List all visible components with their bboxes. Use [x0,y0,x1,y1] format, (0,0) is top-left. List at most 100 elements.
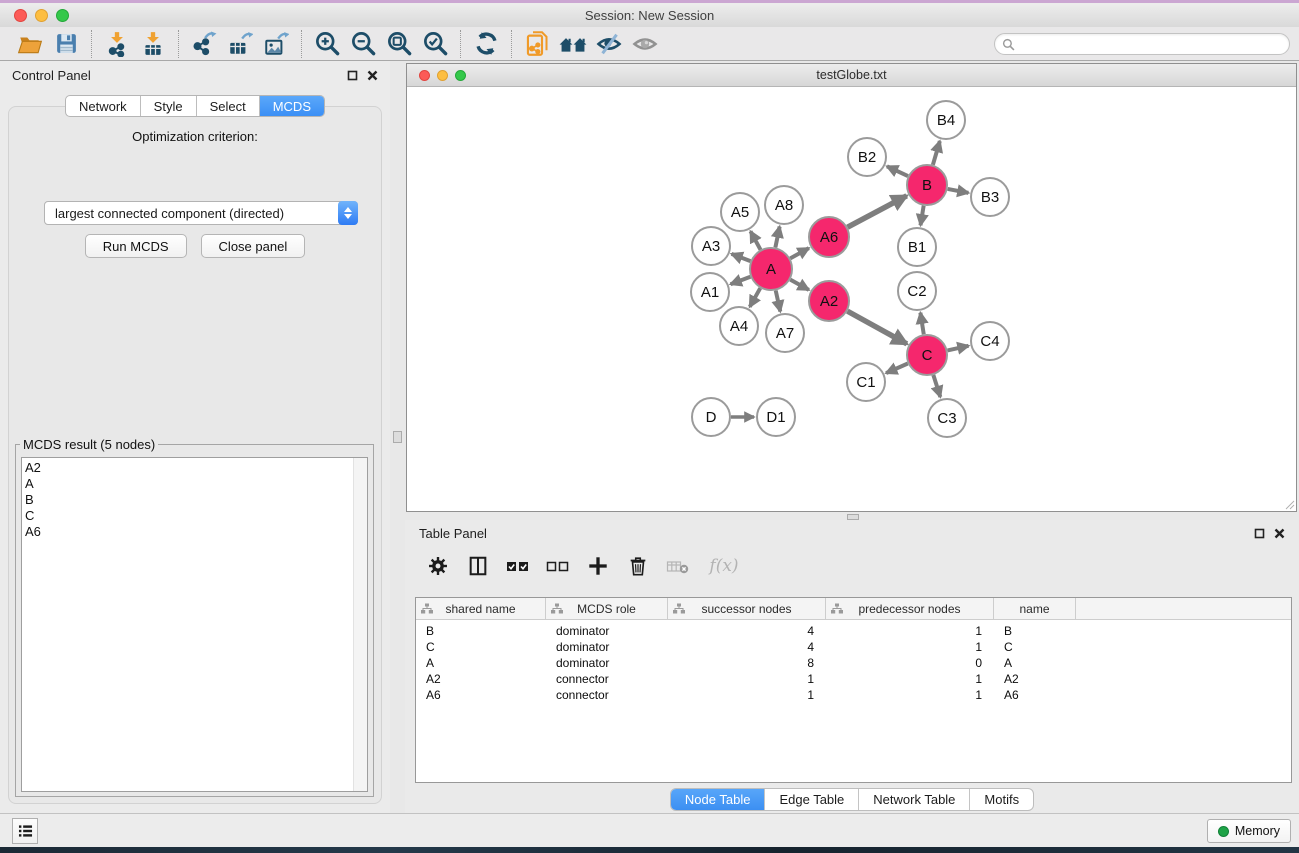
graph-node-B2[interactable]: B2 [848,138,886,176]
graph-edge-C-C4[interactable] [947,346,968,351]
tab-node-table[interactable]: Node Table [671,789,766,810]
tab-style[interactable]: Style [141,96,197,116]
tab-network[interactable]: Network [66,96,141,116]
optimization-criterion-select[interactable]: largest connected component (directed) [44,201,358,225]
zoom-in-button[interactable] [309,29,345,59]
float-panel-icon[interactable] [347,70,358,81]
open-session-button[interactable] [12,29,48,59]
graph-node-A1[interactable]: A1 [691,273,729,311]
graph-node-A3[interactable]: A3 [692,227,730,265]
graph-edge-A-A8[interactable] [775,227,779,248]
column-selector-button[interactable] [465,554,490,579]
graph-node-C2[interactable]: C2 [898,272,936,310]
graph-edge-B-B1[interactable] [921,206,924,226]
resize-grip-icon[interactable] [1283,498,1295,510]
memory-button[interactable]: Memory [1207,819,1291,843]
save-session-button[interactable] [48,29,84,59]
table-row[interactable]: Adominator80A [416,655,1291,671]
network-canvas[interactable]: A A1 A2 A3 A4 A5 A6 A7 A8 B B1 B2 B3 B4 C C1 C2 C3 C4 D D1 [407,87,1296,511]
graph-edge-B-B3[interactable] [948,189,969,193]
graph-edge-B-B4[interactable] [933,141,940,165]
tab-mcds[interactable]: MCDS [260,96,324,116]
export-table-button[interactable] [222,29,258,59]
graph-node-C3[interactable]: C3 [928,399,966,437]
graph-node-A[interactable]: A [750,248,792,290]
import-table-button[interactable] [135,29,171,59]
delete-table-button[interactable] [665,554,690,579]
graph-edge-A-A1[interactable] [731,277,751,284]
export-network-button[interactable] [186,29,222,59]
graph-node-A6[interactable]: A6 [809,217,849,257]
list-item[interactable]: B [25,492,367,508]
graph-edge-A-A6[interactable] [790,248,809,258]
graph-edge-A-A5[interactable] [751,231,761,249]
import-network-button[interactable] [99,29,135,59]
column-header[interactable]: name [994,598,1076,619]
houses-button[interactable] [555,29,591,59]
graph-edge-C-C2[interactable] [920,313,923,335]
column-header[interactable]: successor nodes [668,598,826,619]
add-column-button[interactable] [585,554,610,579]
tab-edge-table[interactable]: Edge Table [765,789,859,810]
graph-node-A2[interactable]: A2 [809,281,849,321]
graph-edge-A-A7[interactable] [776,290,781,311]
table-settings-button[interactable] [425,554,450,579]
list-item[interactable]: A2 [25,460,367,476]
network-window-titlebar[interactable]: testGlobe.txt [407,64,1296,87]
table-row[interactable]: A6connector11A6 [416,687,1291,703]
column-header[interactable]: predecessor nodes [826,598,994,619]
graph-node-B4[interactable]: B4 [927,101,965,139]
list-item[interactable]: C [25,508,367,524]
graph-edge-A-A2[interactable] [790,280,809,290]
show-graphics-details-button[interactable] [627,29,663,59]
zoom-fit-button[interactable] [381,29,417,59]
graph-node-A5[interactable]: A5 [721,193,759,231]
zoom-out-button[interactable] [345,29,381,59]
zoom-selected-button[interactable] [417,29,453,59]
task-history-button[interactable] [12,818,38,844]
mcds-result-list[interactable]: A2ABCA6 [21,457,368,792]
graph-edge-A6-B[interactable] [848,196,907,227]
graph-node-A8[interactable]: A8 [765,186,803,224]
tab-motifs[interactable]: Motifs [970,789,1033,810]
graph-edge-C-C3[interactable] [933,375,940,397]
delete-column-button[interactable] [625,554,650,579]
table-row[interactable]: Cdominator41C [416,639,1291,655]
run-mcds-button[interactable]: Run MCDS [85,234,187,258]
graph-edge-A-A3[interactable] [732,254,751,261]
graph-node-C[interactable]: C [907,335,947,375]
column-header[interactable]: MCDS role [546,598,668,619]
function-builder-button[interactable]: f(x) [705,554,743,579]
table-row[interactable]: A2connector11A2 [416,671,1291,687]
close-panel-icon[interactable] [1274,528,1285,539]
close-panel-button[interactable]: Close panel [201,234,306,258]
tab-network-table[interactable]: Network Table [859,789,970,810]
graph-node-D[interactable]: D [692,398,730,436]
graph-edge-B-B2[interactable] [887,166,908,176]
graph-node-B3[interactable]: B3 [971,178,1009,216]
search-input[interactable] [1019,37,1269,51]
float-panel-icon[interactable] [1254,528,1265,539]
graph-node-B1[interactable]: B1 [898,228,936,266]
apply-layout-button[interactable] [468,29,504,59]
table-row[interactable]: Bdominator41B [416,623,1291,639]
graph-node-C4[interactable]: C4 [971,322,1009,360]
export-image-button[interactable] [258,29,294,59]
graph-node-A4[interactable]: A4 [720,307,758,345]
graph-edge-A-A4[interactable] [750,288,760,307]
graph-node-B[interactable]: B [907,165,947,205]
graph-edge-A2-C[interactable] [847,311,906,344]
deselect-all-button[interactable] [545,554,570,579]
graph-node-A7[interactable]: A7 [766,314,804,352]
list-item[interactable]: A6 [25,524,367,540]
close-panel-icon[interactable] [367,70,378,81]
list-item[interactable]: A [25,476,367,492]
graph-node-C1[interactable]: C1 [847,363,885,401]
select-all-button[interactable] [505,554,530,579]
graph-node-D1[interactable]: D1 [757,398,795,436]
tab-select[interactable]: Select [197,96,260,116]
network-from-file-button[interactable] [519,29,555,59]
column-header[interactable]: shared name [416,598,546,619]
hide-graphics-details-button[interactable] [591,29,627,59]
graph-edge-C-C1[interactable] [886,363,908,373]
